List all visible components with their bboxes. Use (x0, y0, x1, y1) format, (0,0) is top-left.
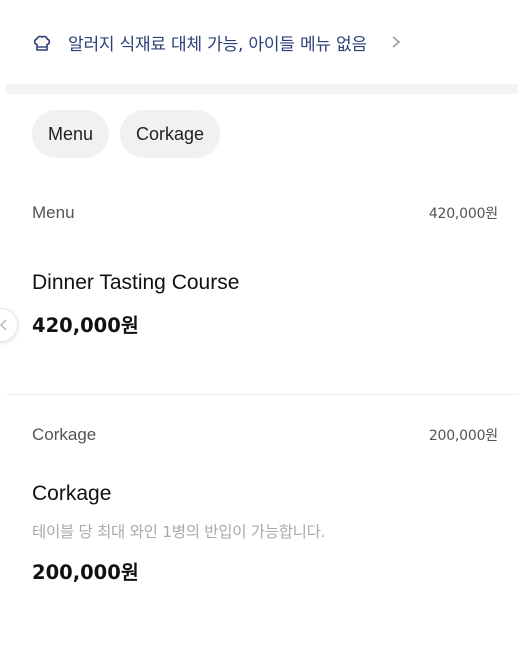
section-total: 200,000원 (428, 428, 498, 444)
item-price: 420,000원 (32, 314, 139, 337)
item-description: 테이블 당 최대 와인 1병의 반입이 가능합니다. (32, 523, 326, 541)
menu-item[interactable]: Corkage 테이블 당 최대 와인 1병의 반입이 가능합니다. 200,0… (32, 482, 498, 585)
item-price: 200,000원 (32, 561, 139, 584)
chef-hat-icon (33, 35, 51, 51)
menu-item[interactable]: Dinner Tasting Course 420,000원 (32, 271, 498, 338)
notice-banner[interactable]: 알러지 식재료 대체 가능, 아이들 메뉴 없음 (0, 0, 530, 84)
section-title: Menu (32, 203, 75, 222)
section-total: 420,000원 (428, 206, 498, 222)
section-title: Corkage (32, 425, 97, 444)
section-header-menu: Menu 420,000원 (32, 203, 498, 223)
chevron-left-icon (0, 319, 7, 331)
tab-menu[interactable]: Menu (32, 110, 110, 158)
divider-line (6, 394, 518, 395)
section-divider (6, 84, 518, 94)
section-header-corkage: Corkage 200,000원 (32, 425, 498, 445)
item-name: Corkage (32, 482, 112, 505)
chevron-right-icon (392, 36, 401, 48)
notice-text: 알러지 식재료 대체 가능, 아이들 메뉴 없음 (68, 34, 367, 55)
item-name: Dinner Tasting Course (32, 271, 240, 294)
category-tabs: Menu Corkage (32, 110, 221, 158)
prev-button[interactable] (0, 308, 18, 342)
tab-corkage[interactable]: Corkage (120, 110, 221, 158)
